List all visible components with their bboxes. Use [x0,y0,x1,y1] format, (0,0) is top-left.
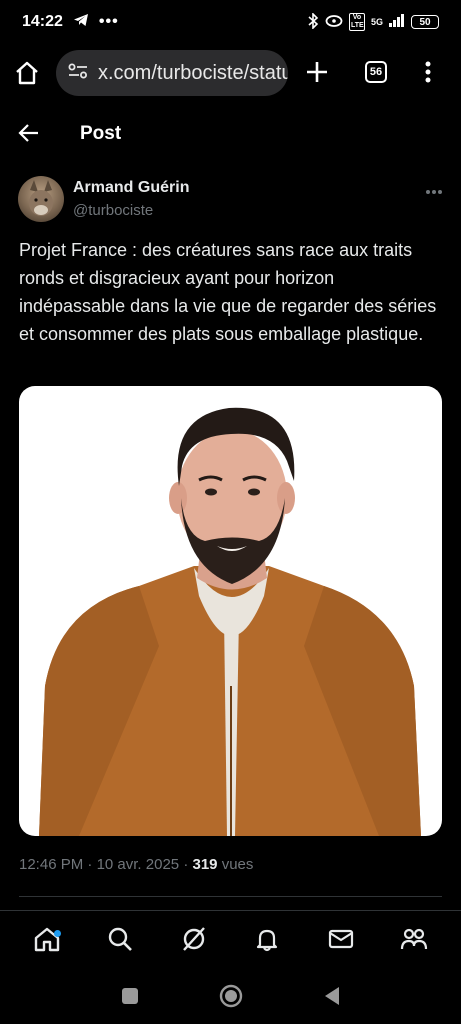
nav-notifications[interactable] [247,921,287,961]
volte-badge: Vo LTE [348,13,365,31]
post-header: Post [0,108,461,160]
nav-messages[interactable] [321,921,361,961]
divider [19,896,442,897]
tweet-text: Projet France : des créatures sans race … [19,240,437,344]
people-icon [400,926,428,957]
nav-grok[interactable] [174,921,214,961]
back-arrow-icon[interactable] [18,122,40,144]
recents-icon[interactable] [121,987,139,1010]
new-tab-icon[interactable] [305,60,329,84]
person-photo [39,407,421,836]
author-name[interactable]: Armand Guérin [73,179,189,197]
tab-switcher-button[interactable]: 56 [365,61,387,83]
nav-communities[interactable] [394,921,434,961]
bell-icon [254,926,280,957]
views-label: vues [221,856,254,873]
system-navigation [0,972,461,1024]
bottom-navigation [0,912,461,970]
site-settings-icon[interactable] [68,62,88,85]
link-icon [325,14,343,31]
home-circle-icon[interactable] [219,984,243,1013]
back-triangle-icon[interactable] [323,986,341,1011]
more-notifications-icon: ••• [98,13,119,30]
bluetooth-icon [308,11,319,32]
post-meta: 12:46 PM · 10 avr. 2025 · 319 vues [19,856,253,873]
tweet-media-image[interactable] [19,386,442,836]
browser-menu-icon[interactable] [424,60,432,84]
views-count: 319 [192,856,218,873]
mail-icon [328,927,354,956]
status-time: 14:22 [22,13,63,30]
battery-indicator: 50 [411,15,439,29]
page-title: Post [80,123,122,144]
telegram-icon [73,13,89,32]
search-icon [107,926,133,957]
nav-search[interactable] [100,921,140,961]
avatar[interactable] [18,176,64,222]
tab-count: 56 [365,61,387,83]
signal-icon [389,14,405,30]
more-options-icon[interactable] [425,182,443,200]
home-icon[interactable] [14,60,40,86]
network-label: 5G [370,17,383,27]
meta-separator: · [87,856,93,873]
notification-dot [53,930,61,937]
address-bar[interactable]: x.com/turbociste/status [56,50,288,96]
meta-separator-2: · [183,856,189,873]
post-author: Armand Guérin @turbociste [18,176,443,226]
post-date: 10 avr. 2025 [96,856,180,873]
nav-home[interactable] [27,921,67,961]
post-time: 12:46 PM [19,856,84,873]
nav-divider [0,910,461,911]
url-text: x.com/turbociste/status [98,61,288,84]
grok-icon [181,926,207,957]
author-handle[interactable]: @turbociste [73,202,153,219]
status-bar: 14:22 ••• Vo LTE 5G 50 [0,0,461,44]
browser-toolbar: x.com/turbociste/status 56 [0,48,461,100]
